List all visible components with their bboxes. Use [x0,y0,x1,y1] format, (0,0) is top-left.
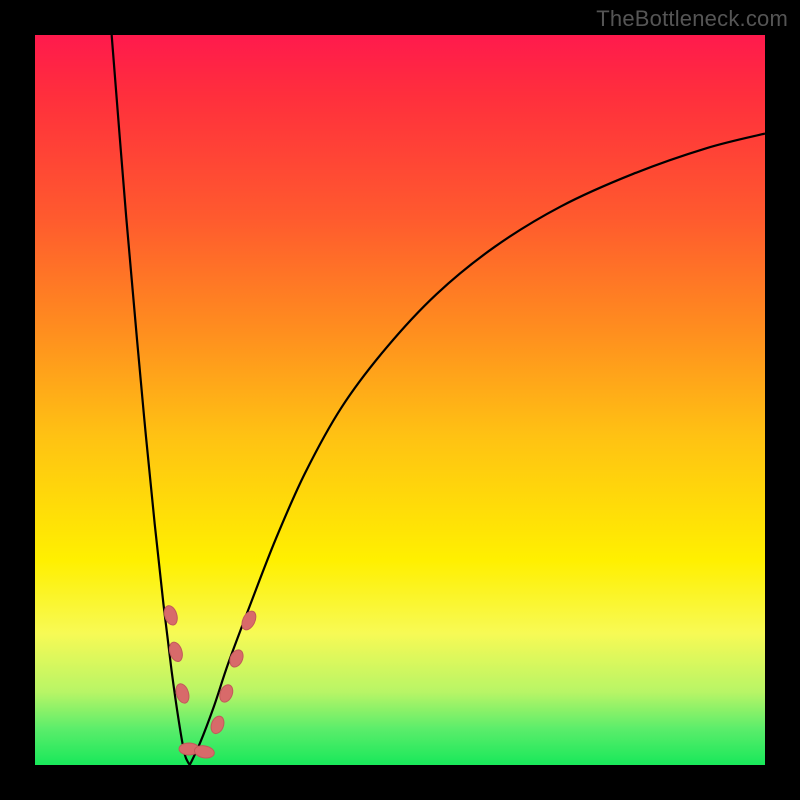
plot-area [35,35,765,765]
data-markers [162,604,259,760]
data-marker [209,714,226,735]
chart-svg [35,35,765,765]
data-marker [227,648,245,669]
curve-right-branch [190,134,765,765]
watermark-text: TheBottleneck.com [596,6,788,32]
chart-frame: TheBottleneck.com [0,0,800,800]
